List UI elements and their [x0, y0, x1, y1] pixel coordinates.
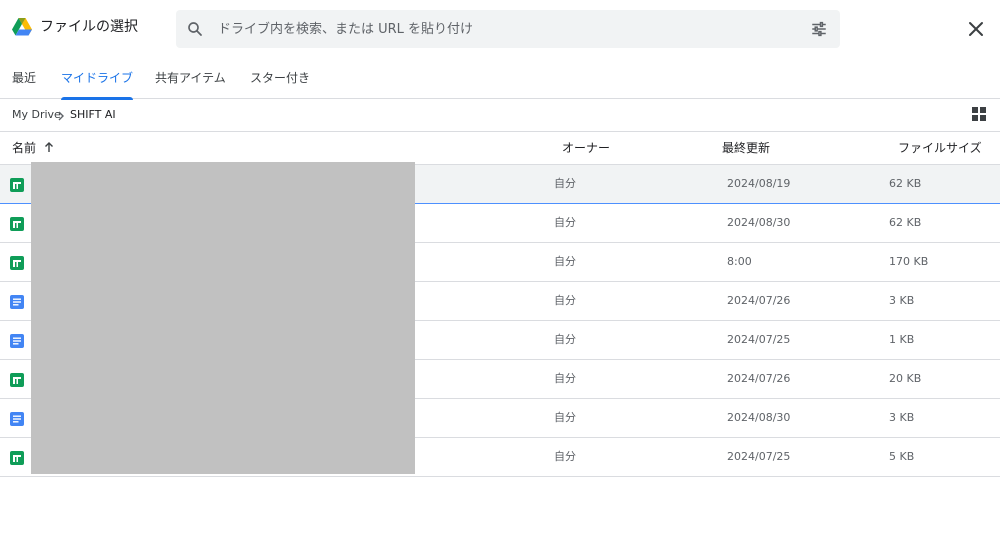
breadcrumb-current-folder: SHIFT AI [70, 108, 116, 121]
google-sheets-icon [10, 450, 24, 465]
file-modified: 2024/08/30 [727, 411, 791, 424]
column-header-row: 名前 オーナー 最終更新 ファイルサイズ [0, 132, 1000, 165]
file-modified: 2024/07/25 [727, 333, 791, 346]
file-owner: 自分 [554, 411, 576, 424]
tab-shared[interactable]: 共有アイテム [155, 58, 226, 99]
redacted-file-names [31, 162, 415, 474]
column-size[interactable]: ファイルサイズ [898, 140, 982, 156]
tab-bar: 最近 マイドライブ 共有アイテム スター付き [0, 58, 1000, 100]
file-size: 3 KB [889, 411, 915, 424]
google-docs-icon [10, 294, 24, 309]
file-size: 5 KB [889, 450, 915, 463]
file-modified: 2024/07/26 [727, 294, 791, 307]
close-icon[interactable] [966, 19, 986, 39]
arrow-up-icon[interactable] [44, 141, 54, 153]
file-modified: 2024/08/19 [727, 177, 791, 190]
file-size: 1 KB [889, 333, 915, 346]
file-size: 3 KB [889, 294, 915, 307]
picker-header: ファイルの選択 [0, 0, 1000, 58]
file-owner: 自分 [554, 177, 576, 190]
tune-icon[interactable] [810, 20, 828, 38]
column-name[interactable]: 名前 [12, 140, 36, 156]
file-owner: 自分 [554, 333, 576, 346]
file-owner: 自分 [554, 255, 576, 268]
file-owner: 自分 [554, 450, 576, 463]
tab-my-drive[interactable]: マイドライブ [61, 58, 134, 100]
file-owner: 自分 [554, 216, 576, 229]
tab-starred[interactable]: スター付き [250, 58, 310, 99]
breadcrumb: My Drive SHIFT AI [0, 99, 1000, 132]
google-sheets-icon [10, 177, 24, 192]
search-icon[interactable] [186, 20, 204, 38]
search-input[interactable] [218, 10, 798, 48]
file-modified: 2024/07/25 [727, 450, 791, 463]
file-modified: 8:00 [727, 255, 752, 268]
dialog-title: ファイルの選択 [40, 19, 138, 35]
search-box[interactable] [176, 10, 840, 48]
google-sheets-icon [10, 216, 24, 231]
file-owner: 自分 [554, 372, 576, 385]
breadcrumb-my-drive[interactable]: My Drive [12, 108, 61, 122]
file-modified: 2024/07/26 [727, 372, 791, 385]
file-size: 62 KB [889, 177, 922, 190]
file-size: 170 KB [889, 255, 929, 268]
google-docs-icon [10, 411, 24, 426]
tab-recent[interactable]: 最近 [12, 58, 36, 99]
file-size: 20 KB [889, 372, 922, 385]
google-sheets-icon [10, 372, 24, 387]
file-size: 62 KB [889, 216, 922, 229]
file-owner: 自分 [554, 294, 576, 307]
file-modified: 2024/08/30 [727, 216, 791, 229]
google-drive-logo-icon [12, 18, 32, 36]
column-modified[interactable]: 最終更新 [722, 140, 770, 156]
google-sheets-icon [10, 255, 24, 270]
google-docs-icon [10, 333, 24, 348]
grid-view-icon[interactable] [972, 107, 986, 121]
chevron-right-icon [58, 111, 64, 121]
column-owner[interactable]: オーナー [562, 140, 610, 156]
